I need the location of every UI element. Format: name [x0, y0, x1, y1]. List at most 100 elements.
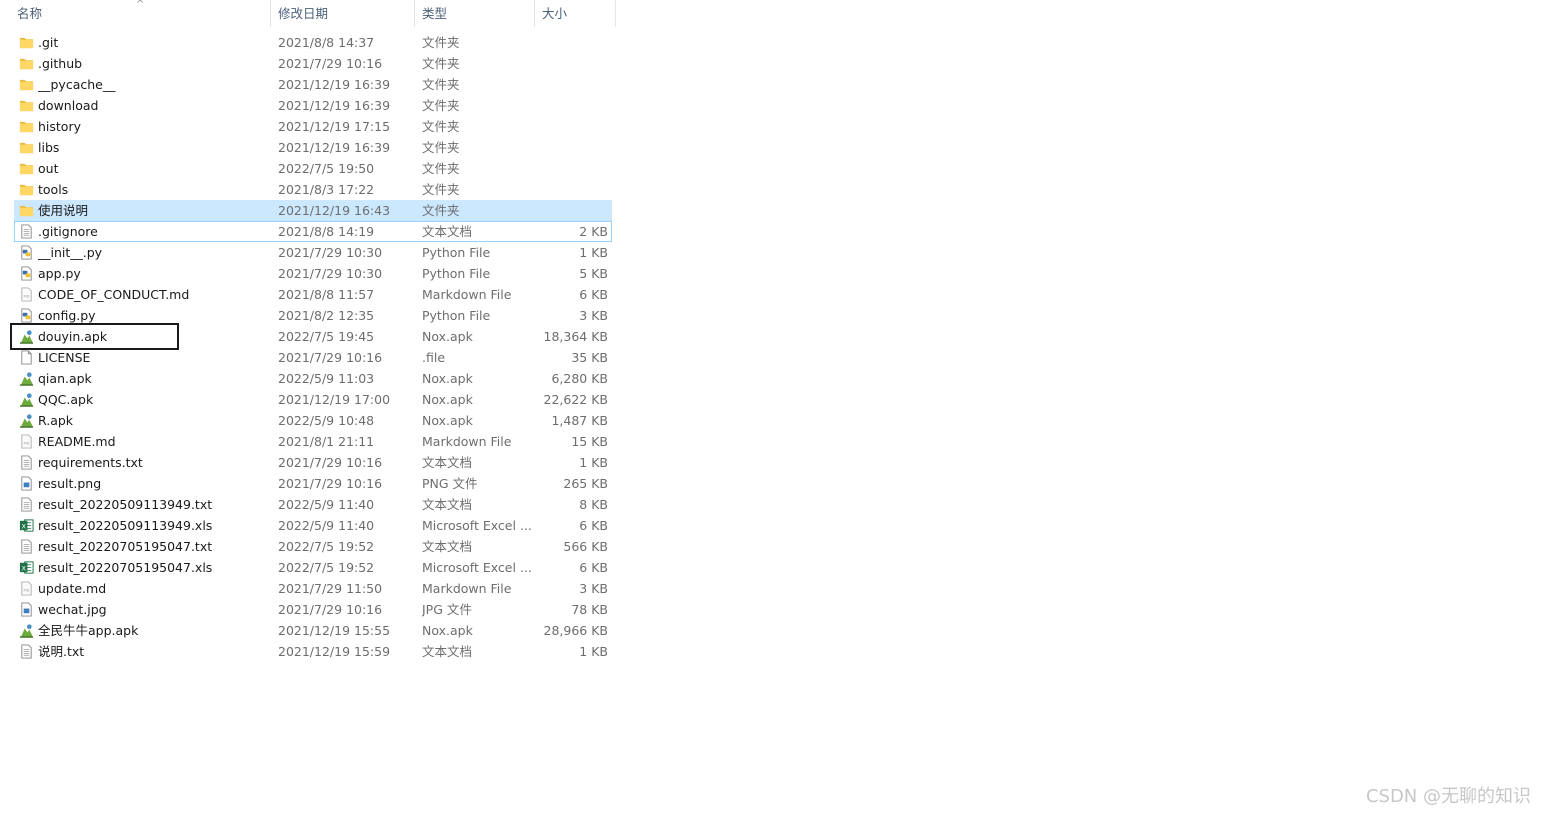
- folder-icon: [19, 56, 34, 71]
- file-row[interactable]: config.py 2021/8/2 12:35 Python File 3 KB: [14, 305, 612, 326]
- file-size: [535, 96, 608, 115]
- file-type: Markdown File: [422, 581, 512, 596]
- column-header-date[interactable]: 修改日期: [271, 0, 415, 27]
- file-row[interactable]: douyin.apk 2022/7/5 19:45 Nox.apk 18,364 KB: [14, 326, 612, 347]
- column-header-type[interactable]: 类型: [415, 0, 535, 27]
- file-size: 78 KB: [571, 602, 608, 617]
- file-row[interactable]: __init__.py 2021/7/29 10:30 Python File 1 K…: [14, 242, 612, 263]
- file-name: out: [38, 161, 59, 176]
- file-size: 1 KB: [579, 644, 608, 659]
- column-header-size[interactable]: 大小: [535, 0, 616, 27]
- file-type: Markdown File: [422, 434, 512, 449]
- file-row[interactable]: result_20220509113949.txt 2022/5/9 11:40 文…: [14, 494, 612, 515]
- file-row[interactable]: .git 2021/8/8 14:37 文件夹: [14, 32, 612, 53]
- sort-ascending-icon: ^: [136, 0, 145, 10]
- file-size: 5 KB: [579, 266, 608, 281]
- file-row[interactable]: download 2021/12/19 16:39 文件夹: [14, 95, 612, 116]
- column-header-date-label: 修改日期: [278, 6, 329, 21]
- file-row[interactable]: 说明.txt 2021/12/19 15:59 文本文档 1 KB: [14, 641, 612, 662]
- file-type: 文件夹: [422, 140, 460, 155]
- text-file-icon: [19, 455, 34, 470]
- file-type: Markdown File: [422, 287, 512, 302]
- svg-text:X: X: [21, 522, 26, 530]
- markdown-file-icon: MD: [19, 287, 34, 302]
- file-size: 1 KB: [579, 245, 608, 260]
- file-name: .github: [38, 56, 83, 71]
- file-size: 1,487 KB: [551, 413, 608, 428]
- file-row[interactable]: MD README.md 2021/8/1 21:11 Markdown File 15…: [14, 431, 612, 452]
- file-row[interactable]: MD CODE_OF_CONDUCT.md 2021/8/8 11:57 Markdo…: [14, 284, 612, 305]
- file-date-modified: 2021/12/19 17:00: [278, 392, 391, 407]
- file-name: QQC.apk: [38, 392, 94, 407]
- file-name: result_20220705195047.xls: [38, 560, 213, 575]
- column-header: 名称 ^ 修改日期 类型 大小: [0, 0, 616, 27]
- blank-file-icon: [19, 350, 34, 365]
- file-row[interactable]: MD update.md 2021/7/29 11:50 Markdown File 3…: [14, 578, 612, 599]
- file-date-modified: 2021/12/19 15:59: [278, 644, 391, 659]
- file-row[interactable]: app.py 2021/7/29 10:30 Python File 5 KB: [14, 263, 612, 284]
- column-header-name[interactable]: 名称 ^: [0, 0, 271, 27]
- folder-icon: [19, 35, 34, 50]
- file-row[interactable]: .gitignore 2021/8/8 14:19 文本文档 2 KB: [14, 221, 612, 242]
- file-row[interactable]: Xresult_20220509113949.xls 2022/5/9 11:40…: [14, 515, 612, 536]
- file-row[interactable]: __pycache__ 2021/12/19 16:39 文件夹: [14, 74, 612, 95]
- file-row[interactable]: tools 2021/8/3 17:22 文件夹: [14, 179, 612, 200]
- file-name: result_20220509113949.txt: [38, 497, 213, 512]
- file-row[interactable]: .github 2021/7/29 10:16 文件夹: [14, 53, 612, 74]
- file-name: tools: [38, 182, 69, 197]
- file-row[interactable]: LICENSE 2021/7/29 10:16 .file 35 KB: [14, 347, 612, 368]
- text-file-icon: [19, 224, 34, 239]
- file-type: Python File: [422, 266, 491, 281]
- column-divider[interactable]: [615, 0, 616, 27]
- file-name: qian.apk: [38, 371, 92, 386]
- file-date-modified: 2021/12/19 16:43: [278, 203, 391, 218]
- file-name: result_20220509113949.xls: [38, 518, 213, 533]
- file-row[interactable]: out 2022/7/5 19:50 文件夹: [14, 158, 612, 179]
- file-date-modified: 2022/7/5 19:52: [278, 560, 375, 575]
- file-size: 15 KB: [571, 434, 608, 449]
- file-size: 2 KB: [579, 224, 608, 239]
- file-type: PNG 文件: [422, 476, 478, 491]
- file-date-modified: 2021/7/29 10:30: [278, 266, 383, 281]
- file-row[interactable]: requirements.txt 2021/7/29 10:16 文本文档 1 KB: [14, 452, 612, 473]
- file-row[interactable]: R.apk 2022/5/9 10:48 Nox.apk 1,487 KB: [14, 410, 612, 431]
- file-row[interactable]: wechat.jpg 2021/7/29 10:16 JPG 文件 78 KB: [14, 599, 612, 620]
- file-size: 566 KB: [563, 539, 608, 554]
- file-name: wechat.jpg: [38, 602, 107, 617]
- file-type: 文本文档: [422, 497, 473, 512]
- file-name: result.png: [38, 476, 102, 491]
- file-row[interactable]: history 2021/12/19 17:15 文件夹: [14, 116, 612, 137]
- file-date-modified: 2021/8/8 14:19: [278, 224, 375, 239]
- file-row[interactable]: Xresult_20220705195047.xls 2022/7/5 19:52…: [14, 557, 612, 578]
- file-type: 文件夹: [422, 119, 460, 134]
- file-row[interactable]: qian.apk 2022/5/9 11:03 Nox.apk 6,280 KB: [14, 368, 612, 389]
- file-row[interactable]: result.png 2021/7/29 10:16 PNG 文件 265 KB: [14, 473, 612, 494]
- file-type: Microsoft Excel ...: [422, 518, 532, 533]
- folder-icon: [19, 161, 34, 176]
- text-file-icon: [19, 644, 34, 659]
- file-row[interactable]: libs 2021/12/19 16:39 文件夹: [14, 137, 612, 158]
- file-size: [535, 117, 608, 136]
- column-header-name-label: 名称: [17, 6, 43, 21]
- file-row[interactable]: 使用说明 2021/12/19 16:43 文件夹: [14, 200, 612, 221]
- file-type: Nox.apk: [422, 392, 473, 407]
- file-size: [535, 159, 608, 178]
- file-row[interactable]: 全民牛牛app.apk 2021/12/19 15:55 Nox.apk 28,966…: [14, 620, 612, 641]
- file-type: 文本文档: [422, 644, 473, 659]
- file-row[interactable]: result_20220705195047.txt 2022/7/5 19:52 文…: [14, 536, 612, 557]
- file-name: 使用说明: [38, 203, 89, 218]
- file-size: [535, 54, 608, 73]
- file-row[interactable]: QQC.apk 2021/12/19 17:00 Nox.apk 22,622 KB: [14, 389, 612, 410]
- watermark: CSDN @无聊的知识: [1365, 786, 1531, 807]
- file-name: requirements.txt: [38, 455, 143, 470]
- file-type: Python File: [422, 308, 491, 323]
- file-name: README.md: [38, 434, 116, 449]
- file-size: 3 KB: [579, 308, 608, 323]
- file-size: [535, 138, 608, 157]
- file-date-modified: 2021/12/19 17:15: [278, 119, 391, 134]
- folder-icon: [19, 98, 34, 113]
- file-date-modified: 2021/8/8 14:37: [278, 35, 375, 50]
- file-size: 1 KB: [579, 455, 608, 470]
- file-type: 文本文档: [422, 539, 473, 554]
- file-name: R.apk: [38, 413, 74, 428]
